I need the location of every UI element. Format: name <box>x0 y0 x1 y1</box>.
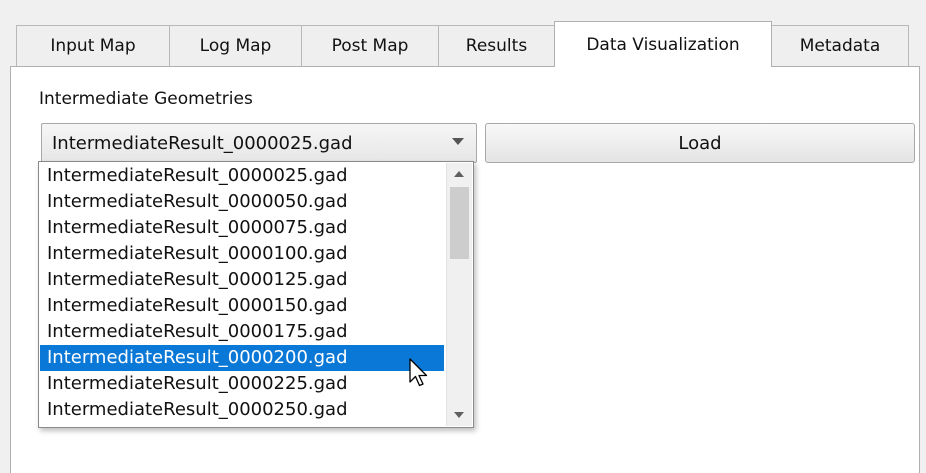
dropdown-option-highlighted[interactable]: IntermediateResult_0000200.gad <box>40 345 444 371</box>
intermediate-geometries-label: Intermediate Geometries <box>39 89 253 109</box>
dropdown-option[interactable]: IntermediateResult_0000175.gad <box>40 319 444 345</box>
tab-log-map[interactable]: Log Map <box>169 25 302 66</box>
tab-post-map[interactable]: Post Map <box>301 25 439 66</box>
dropdown-option[interactable]: IntermediateResult_0000025.gad <box>40 163 444 189</box>
tab-data-visualization[interactable]: Data Visualization <box>554 21 772 67</box>
dropdown-option[interactable]: IntermediateResult_0000150.gad <box>40 293 444 319</box>
dropdown-option[interactable]: IntermediateResult_0000050.gad <box>40 189 444 215</box>
selected-file-value: IntermediateResult_0000025.gad <box>52 133 353 154</box>
load-button[interactable]: Load <box>485 123 915 163</box>
scrollbar-thumb[interactable] <box>450 187 469 259</box>
dropdown-options: IntermediateResult_0000025.gad Intermedi… <box>40 163 444 423</box>
tab-bar: Input Map Log Map Post Map Results Data … <box>16 21 909 67</box>
dropdown-option[interactable]: IntermediateResult_0000100.gad <box>40 241 444 267</box>
dropdown-option[interactable]: IntermediateResult_0000125.gad <box>40 267 444 293</box>
tab-label: Input Map <box>50 36 136 56</box>
tab-input-map[interactable]: Input Map <box>16 25 170 66</box>
tab-label: Results <box>465 36 528 56</box>
tab-label: Log Map <box>199 36 272 56</box>
chevron-down-icon <box>452 138 464 145</box>
dropdown-option[interactable]: IntermediateResult_0000075.gad <box>40 215 444 241</box>
arrow-up-icon[interactable] <box>447 163 472 185</box>
dropdown-scrollbar[interactable] <box>446 163 472 426</box>
tab-results[interactable]: Results <box>438 25 555 66</box>
tab-metadata[interactable]: Metadata <box>771 25 909 66</box>
arrow-down-icon[interactable] <box>447 404 472 426</box>
app-window: Input Map Log Map Post Map Results Data … <box>0 0 926 473</box>
dropdown-option[interactable]: IntermediateResult_0000225.gad <box>40 371 444 397</box>
tab-label: Post Map <box>331 36 409 56</box>
mouse-pointer-icon <box>409 358 428 387</box>
dropdown-option[interactable]: IntermediateResult_0000250.gad <box>40 397 444 423</box>
tab-label: Metadata <box>799 36 881 56</box>
tab-label: Data Visualization <box>586 34 740 55</box>
geometry-file-select[interactable]: IntermediateResult_0000025.gad <box>41 123 477 163</box>
